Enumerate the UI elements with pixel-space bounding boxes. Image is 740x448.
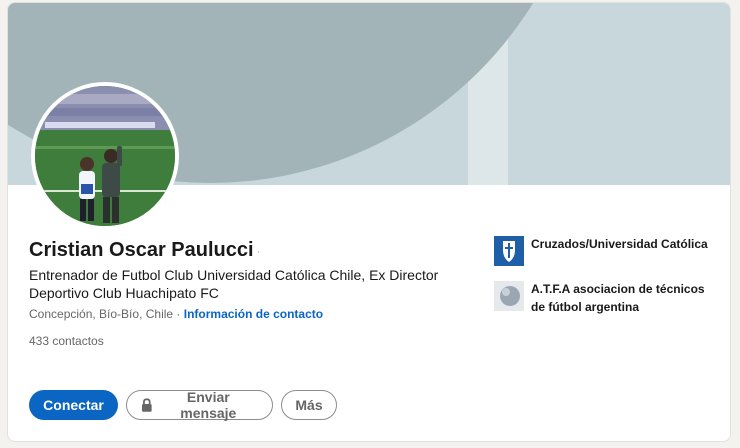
more-button[interactable]: Más [281,390,337,420]
profile-headline: Entrenador de Futbol Club Universidad Ca… [29,267,439,301]
org-name: Cruzados/Universidad Católica [531,237,708,251]
contact-info-link[interactable]: Información de contacto [184,307,323,321]
profile-card: Cristian Oscar Paulucci · Entrenador de F… [7,2,731,442]
send-message-button[interactable]: Enviar mensaje [126,389,273,421]
connections-count[interactable]: 433 contactos [29,334,104,348]
name-suffix: · [256,243,261,258]
location-text: Concepción, Bío-Bío, Chile [29,307,174,321]
location-separator: · [173,307,184,321]
profile-photo[interactable] [31,82,179,230]
lock-icon [141,398,152,412]
cruzados-logo-icon [494,236,524,266]
connect-button[interactable]: Conectar [29,390,118,420]
send-message-label: Enviar mensaje [180,389,237,421]
org-item-cruzados[interactable]: Cruzados/Universidad Católica [494,235,714,266]
org-name: A.T.F.A asociacion de técnicos de fútbol… [531,282,705,314]
org-item-atfa[interactable]: A.T.F.A asociacion de técnicos de fútbol… [494,280,714,316]
location-row: Concepción, Bío-Bío, Chile · Información… [29,307,323,321]
atfa-logo-icon [494,281,524,311]
profile-name: Cristian Oscar Paulucci · [29,239,261,262]
profile-actions: Conectar Enviar mensaje Más [29,389,337,421]
organizations-list: Cruzados/Universidad Católica A.T.F.A as… [494,235,714,330]
profile-name-text: Cristian Oscar Paulucci [29,239,254,261]
